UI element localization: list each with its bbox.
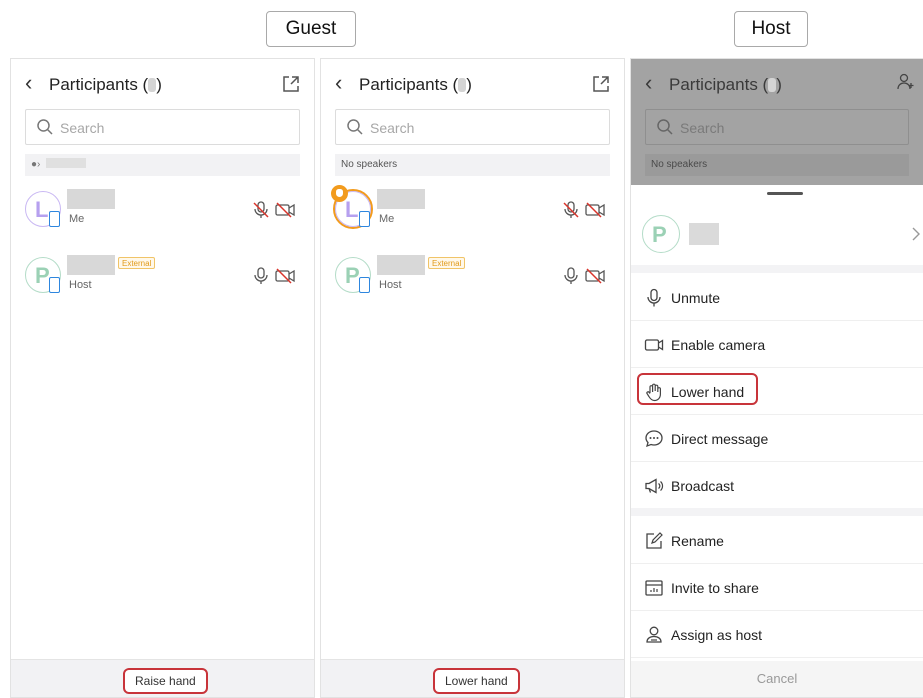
divider bbox=[631, 265, 923, 273]
chat-bubble-icon bbox=[645, 430, 663, 448]
search-icon bbox=[347, 119, 363, 135]
menu-label: Enable camera bbox=[671, 337, 766, 353]
menu-item-broadcast[interactable]: Broadcast bbox=[631, 463, 923, 509]
phone-icon bbox=[359, 211, 370, 227]
menu-label: Direct message bbox=[671, 431, 769, 447]
search-placeholder: Search bbox=[60, 120, 105, 136]
menu-item-invite-to-share[interactable]: Invite to share bbox=[631, 565, 923, 611]
back-icon: ‹ bbox=[645, 70, 653, 95]
search-input: Search bbox=[645, 109, 909, 145]
raised-hand-icon bbox=[331, 185, 348, 202]
pop-out-icon[interactable] bbox=[592, 75, 610, 93]
speakers-bar: No speakers bbox=[335, 154, 610, 176]
menu-item-enable-camera[interactable]: Enable camera bbox=[631, 322, 923, 368]
sheet-drag-handle[interactable] bbox=[767, 192, 803, 195]
name-redacted bbox=[377, 255, 425, 275]
search-icon bbox=[37, 119, 53, 135]
mic-icon bbox=[647, 288, 661, 307]
page-title: Participants () bbox=[359, 75, 472, 94]
menu-label: Assign as host bbox=[671, 627, 763, 643]
name-redacted bbox=[377, 189, 425, 209]
mic-muted-icon[interactable] bbox=[253, 201, 269, 219]
search-input[interactable]: Search bbox=[335, 109, 610, 145]
menu-item-assign-as-host[interactable]: Assign as host bbox=[631, 612, 923, 658]
cancel-button[interactable]: Cancel bbox=[631, 661, 923, 697]
external-badge: External bbox=[118, 257, 156, 269]
avatar: P bbox=[642, 215, 680, 253]
participant-action-sheet: P Unmute Enable camera Lower hand Direct bbox=[631, 185, 923, 697]
chevron-right-icon bbox=[912, 227, 920, 241]
camera-off-icon[interactable] bbox=[275, 202, 295, 218]
guest-label: Guest bbox=[266, 11, 356, 47]
speaker-icon: ●› bbox=[31, 159, 41, 170]
add-participant-icon bbox=[897, 73, 914, 90]
mic-icon[interactable] bbox=[253, 267, 269, 285]
dimmed-background[interactable]: ‹ Participants () Search No speakers bbox=[631, 59, 923, 185]
user-host-icon bbox=[646, 626, 662, 643]
mic-icon[interactable] bbox=[563, 267, 579, 285]
menu-label: Broadcast bbox=[671, 478, 735, 494]
search-icon bbox=[657, 119, 673, 135]
camera-off-icon[interactable] bbox=[585, 268, 605, 284]
panel-header: ‹ Participants () bbox=[11, 59, 314, 111]
comparison-screenshot: Guest Host ‹ Participants () Search ●› L… bbox=[0, 0, 923, 698]
panel-footer: Raise hand bbox=[11, 659, 314, 697]
edit-icon bbox=[646, 532, 663, 549]
menu-item-direct-message[interactable]: Direct message bbox=[631, 416, 923, 462]
camera-icon bbox=[644, 339, 664, 351]
host-label: Host bbox=[734, 11, 808, 47]
divider bbox=[631, 508, 923, 516]
external-badge: External bbox=[428, 257, 466, 269]
camera-off-icon[interactable] bbox=[275, 268, 295, 284]
participant-row-me[interactable]: L Me bbox=[25, 189, 300, 233]
name-redacted bbox=[67, 255, 115, 275]
speakers-bar: ●› bbox=[25, 154, 300, 176]
participant-row-host[interactable]: P External Host bbox=[25, 255, 300, 299]
speakers-bar: No speakers bbox=[645, 154, 909, 176]
participant-sub-label: Me bbox=[69, 213, 85, 225]
megaphone-icon bbox=[645, 478, 664, 494]
participant-sub-label: Me bbox=[379, 213, 395, 225]
guest-participants-panel-after: ‹ Participants () Search No speakers L M… bbox=[320, 58, 625, 698]
participant-sub-label: Host bbox=[69, 279, 92, 291]
pop-out-icon[interactable] bbox=[282, 75, 300, 93]
back-icon[interactable]: ‹ bbox=[335, 72, 342, 94]
host-participants-panel: ‹ Participants () Search No speakers P U… bbox=[630, 58, 923, 698]
menu-label: Lower hand bbox=[671, 384, 745, 400]
page-title: Participants () bbox=[49, 75, 162, 94]
name-redacted bbox=[689, 223, 719, 245]
hand-icon bbox=[646, 383, 661, 402]
page-title: Participants () bbox=[669, 75, 782, 94]
phone-icon bbox=[49, 277, 60, 293]
menu-item-lower-hand[interactable]: Lower hand bbox=[631, 369, 923, 415]
camera-off-icon[interactable] bbox=[585, 202, 605, 218]
back-icon[interactable]: ‹ bbox=[25, 72, 32, 94]
menu-item-unmute[interactable]: Unmute bbox=[631, 275, 923, 321]
name-redacted bbox=[67, 189, 115, 209]
mic-muted-icon[interactable] bbox=[563, 201, 579, 219]
participant-sub-label: Host bbox=[379, 279, 402, 291]
menu-label: Rename bbox=[671, 533, 724, 549]
phone-icon bbox=[359, 277, 370, 293]
menu-label: Unmute bbox=[671, 290, 721, 306]
search-placeholder: Search bbox=[680, 120, 725, 136]
panel-footer: Lower hand bbox=[321, 659, 624, 697]
participant-row-me[interactable]: L Me bbox=[331, 185, 610, 233]
phone-icon bbox=[49, 211, 60, 227]
menu-label: Invite to share bbox=[671, 580, 759, 596]
search-input[interactable]: Search bbox=[25, 109, 300, 145]
share-screen-icon bbox=[645, 580, 663, 596]
lower-hand-button[interactable]: Lower hand bbox=[433, 668, 520, 694]
raise-hand-button[interactable]: Raise hand bbox=[123, 668, 208, 694]
search-placeholder: Search bbox=[370, 120, 415, 136]
menu-item-rename[interactable]: Rename bbox=[631, 518, 923, 564]
panel-header: ‹ Participants () bbox=[321, 59, 624, 111]
selected-participant[interactable]: P bbox=[631, 205, 923, 269]
guest-participants-panel-before: ‹ Participants () Search ●› L Me P Exter… bbox=[10, 58, 315, 698]
participant-row-host[interactable]: P External Host bbox=[335, 255, 610, 299]
